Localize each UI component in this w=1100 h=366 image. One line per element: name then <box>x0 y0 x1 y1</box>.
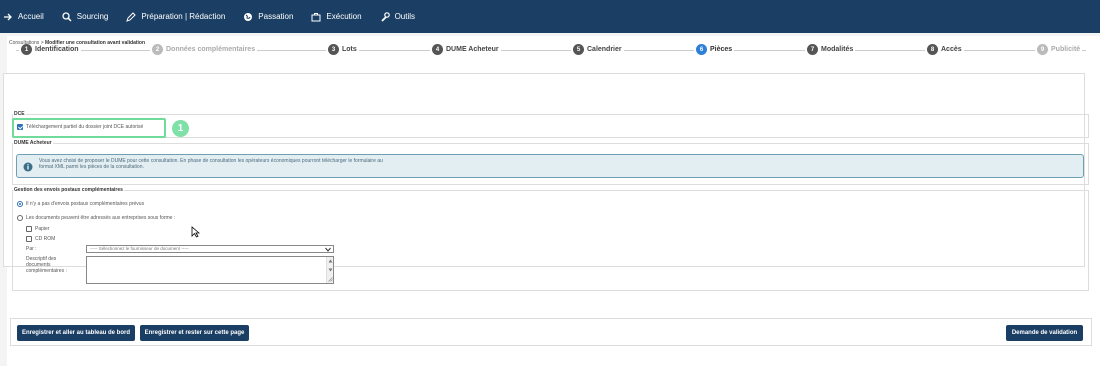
scroll-down-icon <box>328 268 333 272</box>
step-label: Modalités <box>821 46 854 53</box>
wizard-stepper: 1 Identification 2 Données complémentair… <box>16 44 1086 58</box>
briefcase-icon <box>311 12 321 22</box>
step-donnees-complementaires[interactable]: 2 Données complémentaires <box>150 44 258 55</box>
step-number: 1 <box>21 44 32 55</box>
step-label: Identification <box>35 46 79 53</box>
step-label: Données complémentaires <box>166 46 256 53</box>
envois-legend: Gestion des envois postaux complémentair… <box>14 187 123 193</box>
resize-grip-icon <box>328 277 333 282</box>
descriptif-label: Descriptif des documents complémentaires… <box>26 256 67 274</box>
step-number: 6 <box>696 44 707 55</box>
step-number: 8 <box>927 44 938 55</box>
papier-checkbox[interactable] <box>26 226 32 232</box>
step-number: 3 <box>328 44 339 55</box>
request-validation-button[interactable]: Demande de validation <box>1006 325 1083 341</box>
step-number: 5 <box>573 44 584 55</box>
nav-sourcing-label: Sourcing <box>76 12 109 21</box>
dce-partial-download-checkbox[interactable] <box>17 124 23 130</box>
step-number: 9 <box>1037 44 1048 55</box>
step-label: Publicité <box>1051 46 1081 53</box>
step-acces[interactable]: 8 Accès <box>925 44 964 55</box>
step-dume-acheteur[interactable]: 4 DUME Acheteur <box>430 44 501 55</box>
nav-preparation-label: Préparation | Rédaction <box>141 12 226 21</box>
dce-checkbox-label: Téléchargement partiel du dossier joint … <box>26 124 144 130</box>
wrench-icon <box>380 11 390 22</box>
radio-envoi-row[interactable]: Les documents peuvent être adressés aux … <box>17 215 175 221</box>
step-number: 7 <box>807 44 818 55</box>
mouse-cursor-icon <box>191 226 200 238</box>
top-navigation-bar: Accueil Sourcing Préparation | Rédaction… <box>0 0 1100 33</box>
save-and-dashboard-button[interactable]: Enregistrer et aller au tableau de bord <box>17 325 135 341</box>
save-and-stay-button[interactable]: Enregistrer et rester sur cette page <box>140 325 249 341</box>
step-label: Lots <box>342 46 357 53</box>
document-provider-select[interactable]: ----- Sélectionnez le fournisseur de doc… <box>86 245 334 253</box>
dume-info-box: Vous avez choisi de proposer le DUME pou… <box>16 154 1084 178</box>
scroll-up-icon <box>328 259 333 263</box>
callout-badge: 1 <box>172 120 189 137</box>
search-icon <box>62 11 72 22</box>
radio-no-envoi-label: Il n'y a pas d'envois postaux complément… <box>26 201 145 207</box>
info-icon <box>23 162 33 172</box>
nav-passation[interactable]: Passation <box>243 12 293 22</box>
step-number: 4 <box>432 44 443 55</box>
cdrom-row[interactable]: CD ROM <box>26 236 55 242</box>
dume-legend: DUME Acheteur <box>14 140 52 146</box>
dce-legend: DCE <box>14 111 25 117</box>
step-label: Accès <box>941 46 962 53</box>
textarea-scrollbar[interactable] <box>326 257 333 283</box>
descriptif-textarea[interactable] <box>86 256 334 284</box>
nav-execution-label: Exécution <box>326 12 362 21</box>
papier-row[interactable]: Papier <box>26 226 49 232</box>
radio-envoi[interactable] <box>17 215 23 221</box>
nav-execution[interactable]: Exécution <box>311 12 362 22</box>
radio-envoi-label: Les documents peuvent être adressés aux … <box>26 215 176 221</box>
cdrom-label: CD ROM <box>35 236 56 242</box>
nav-accueil[interactable]: Accueil <box>3 12 44 22</box>
pencil-icon <box>126 11 137 22</box>
nav-preparation[interactable]: Préparation | Rédaction <box>126 11 226 22</box>
step-number: 2 <box>152 44 163 55</box>
step-pieces[interactable]: 6 Pièces <box>694 44 735 55</box>
step-label: Calendrier <box>587 46 622 53</box>
step-publicite[interactable]: 9 Publicité <box>1035 44 1083 55</box>
step-modalites[interactable]: 7 Modalités <box>805 44 856 55</box>
step-label: Pièces <box>710 46 733 53</box>
document-provider-select-value: ----- Sélectionnez le fournisseur de doc… <box>90 246 189 251</box>
dce-checkbox-row[interactable]: Téléchargement partiel du dossier joint … <box>17 124 143 130</box>
par-label: Par : <box>26 246 37 252</box>
step-lots[interactable]: 3 Lots <box>326 44 359 55</box>
papier-label: Papier <box>35 226 50 232</box>
cdrom-checkbox[interactable] <box>26 236 32 242</box>
nav-sourcing[interactable]: Sourcing <box>62 11 109 22</box>
radio-no-envoi[interactable] <box>17 201 23 207</box>
nav-outils-label: Outils <box>394 12 416 21</box>
step-identification[interactable]: 1 Identification <box>19 44 81 55</box>
arrow-icon <box>3 12 13 22</box>
nav-outils[interactable]: Outils <box>380 11 416 22</box>
chevron-down-icon <box>325 247 331 252</box>
dume-info-text: Vous avez choisi de proposer le DUME pou… <box>39 158 383 170</box>
step-calendrier[interactable]: 5 Calendrier <box>571 44 624 55</box>
step-label: DUME Acheteur <box>446 46 499 53</box>
nav-passation-label: Passation <box>258 12 294 21</box>
radio-no-envoi-row[interactable]: Il n'y a pas d'envois postaux complément… <box>17 201 144 207</box>
nav-accueil-label: Accueil <box>18 12 44 21</box>
globe-icon <box>243 12 253 22</box>
